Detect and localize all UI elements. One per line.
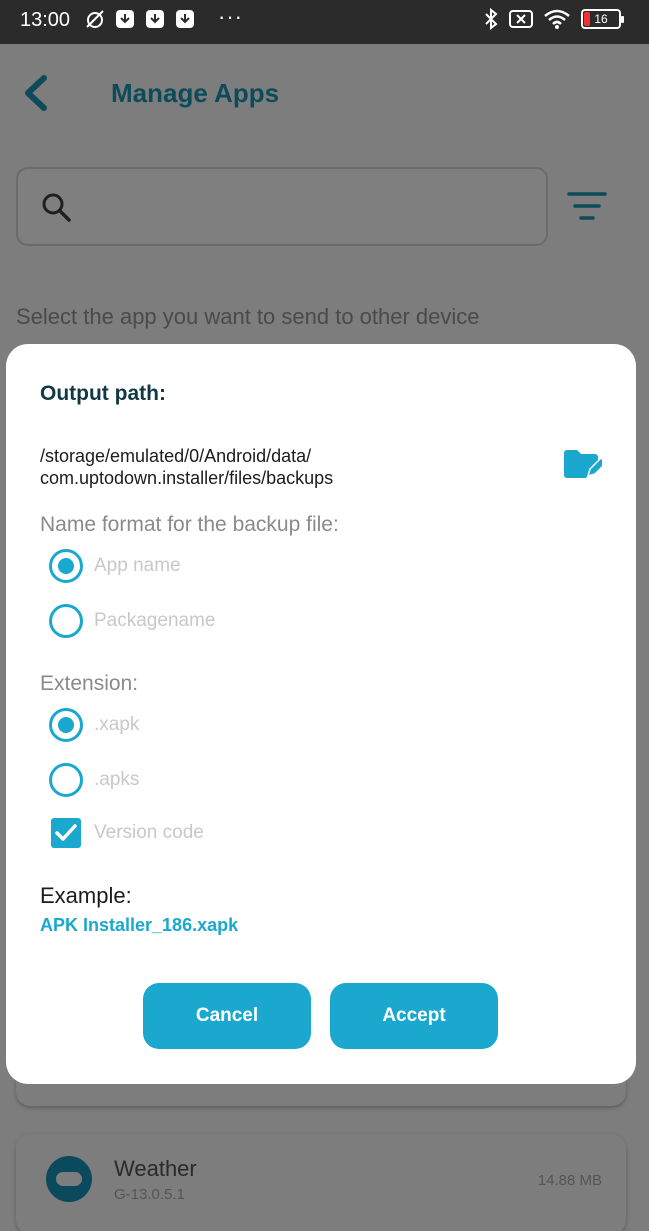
dialog-title: Output path: bbox=[40, 382, 166, 405]
radio-button-selected[interactable] bbox=[49, 708, 83, 742]
more-notifications-indicator: ··· bbox=[218, 4, 243, 29]
option-label: Version code bbox=[94, 822, 204, 843]
app-name: Weather bbox=[114, 1156, 197, 1181]
radio-button[interactable] bbox=[49, 604, 83, 638]
filter-icon[interactable] bbox=[567, 190, 607, 224]
radio-button[interactable] bbox=[49, 763, 83, 797]
system-icons: 16 bbox=[483, 8, 624, 30]
extension-option-apks[interactable]: .apks bbox=[49, 763, 139, 797]
cancel-button[interactable]: Cancel bbox=[143, 983, 311, 1049]
version-code-checkbox[interactable] bbox=[51, 818, 81, 848]
search-icon bbox=[42, 193, 71, 222]
page-title: Manage Apps bbox=[111, 78, 280, 108]
folder-edit-icon[interactable] bbox=[562, 448, 602, 480]
checkmark-icon bbox=[55, 824, 77, 841]
alarm-off-icon bbox=[86, 10, 104, 28]
output-path-line-2: com.uptodown.installer/files/backups bbox=[40, 468, 334, 488]
app-list-item[interactable]: Weather G-13.0.5.1 14.88 MB bbox=[16, 1134, 626, 1231]
bluetooth-icon bbox=[485, 8, 498, 30]
download-notification-icon bbox=[146, 10, 164, 28]
chevron-left-icon[interactable] bbox=[20, 74, 50, 112]
battery-icon: 16 bbox=[581, 9, 624, 29]
app-size: 14.88 MB bbox=[537, 1172, 602, 1189]
backup-settings-dialog: Output path: /storage/emulated/0/Android… bbox=[6, 344, 636, 1084]
name-format-option-app-name[interactable]: App name bbox=[49, 549, 181, 583]
example-filename: APK Installer_186.xapk bbox=[40, 915, 239, 935]
download-notification-icon bbox=[176, 10, 194, 28]
radio-button-selected[interactable] bbox=[49, 549, 83, 583]
weather-app-icon bbox=[46, 1156, 92, 1202]
search-input[interactable] bbox=[16, 167, 548, 246]
option-label: .apks bbox=[94, 769, 140, 790]
status-time: 13:00 bbox=[20, 9, 71, 31]
app-version: G-13.0.5.1 bbox=[114, 1186, 185, 1203]
instruction-text: Select the app you want to send to other… bbox=[16, 304, 480, 329]
download-notification-icon bbox=[116, 10, 134, 28]
option-label: App name bbox=[94, 555, 181, 576]
accept-button[interactable]: Accept bbox=[330, 983, 498, 1049]
extension-label: Extension: bbox=[40, 672, 139, 695]
output-path: /storage/emulated/0/Android/data/ com.up… bbox=[40, 445, 560, 489]
option-label: .xapk bbox=[94, 714, 140, 735]
extension-option-xapk[interactable]: .xapk bbox=[49, 708, 139, 742]
status-bar: 13:00 ··· 16 bbox=[0, 0, 649, 44]
output-path-line-1: /storage/emulated/0/Android/data/ bbox=[40, 446, 312, 466]
wifi-icon bbox=[544, 9, 570, 29]
version-code-option[interactable]: Version code bbox=[49, 818, 204, 848]
notification-icons bbox=[84, 8, 196, 30]
battery-level: 16 bbox=[594, 12, 608, 26]
name-format-option-packagename[interactable]: Packagename bbox=[49, 604, 215, 638]
example-label: Example: bbox=[40, 883, 132, 908]
no-sim-icon bbox=[509, 10, 533, 28]
name-format-label: Name format for the backup file: bbox=[40, 513, 339, 536]
option-label: Packagename bbox=[94, 610, 216, 631]
